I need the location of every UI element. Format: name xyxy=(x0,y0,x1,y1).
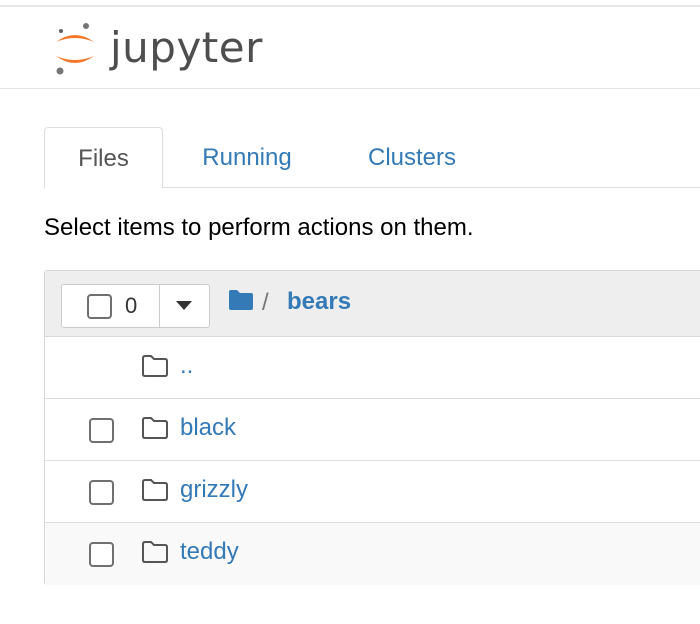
item-name[interactable]: .. xyxy=(180,352,193,380)
logo-wordmark: jupyter xyxy=(110,23,263,72)
folder-outline-icon xyxy=(142,355,168,377)
list-item: teddy xyxy=(45,523,700,585)
item-name[interactable]: teddy xyxy=(180,538,239,566)
select-menu-dropdown[interactable] xyxy=(160,285,210,327)
jupyter-logo-icon xyxy=(56,23,94,75)
folder-icon[interactable] xyxy=(228,289,254,311)
file-list-panel: 0 / bears .. black grizzly teddy xyxy=(44,270,700,585)
selection-hint: Select items to perform actions on them. xyxy=(44,214,474,241)
folder-outline-icon xyxy=(142,417,168,439)
tab-running[interactable]: Running xyxy=(184,127,310,188)
folder-outline-icon xyxy=(142,541,168,563)
item-checkbox[interactable] xyxy=(89,542,114,567)
header: jupyter xyxy=(0,7,700,89)
folder-outline-icon xyxy=(142,479,168,501)
file-list-header: 0 / bears xyxy=(45,271,700,337)
select-all-group: 0 xyxy=(61,284,210,328)
jupyter-logo[interactable]: jupyter xyxy=(52,17,312,83)
tab-bar: Files Running Clusters xyxy=(44,127,700,189)
caret-down-icon xyxy=(176,301,192,310)
item-name[interactable]: grizzly xyxy=(180,476,248,504)
tab-files[interactable]: Files xyxy=(44,127,163,189)
list-item: black xyxy=(45,399,700,461)
breadcrumb-separator: / xyxy=(262,289,269,316)
select-all-checkbox[interactable] xyxy=(87,294,112,319)
list-item: grizzly xyxy=(45,461,700,523)
select-all-button[interactable]: 0 xyxy=(62,285,160,327)
breadcrumb-current[interactable]: bears xyxy=(287,288,351,316)
selected-count: 0 xyxy=(125,293,138,318)
item-checkbox[interactable] xyxy=(89,418,114,443)
list-item-parent: .. xyxy=(45,337,700,399)
item-checkbox[interactable] xyxy=(89,480,114,505)
item-name[interactable]: black xyxy=(180,414,236,442)
tab-clusters[interactable]: Clusters xyxy=(352,127,472,188)
